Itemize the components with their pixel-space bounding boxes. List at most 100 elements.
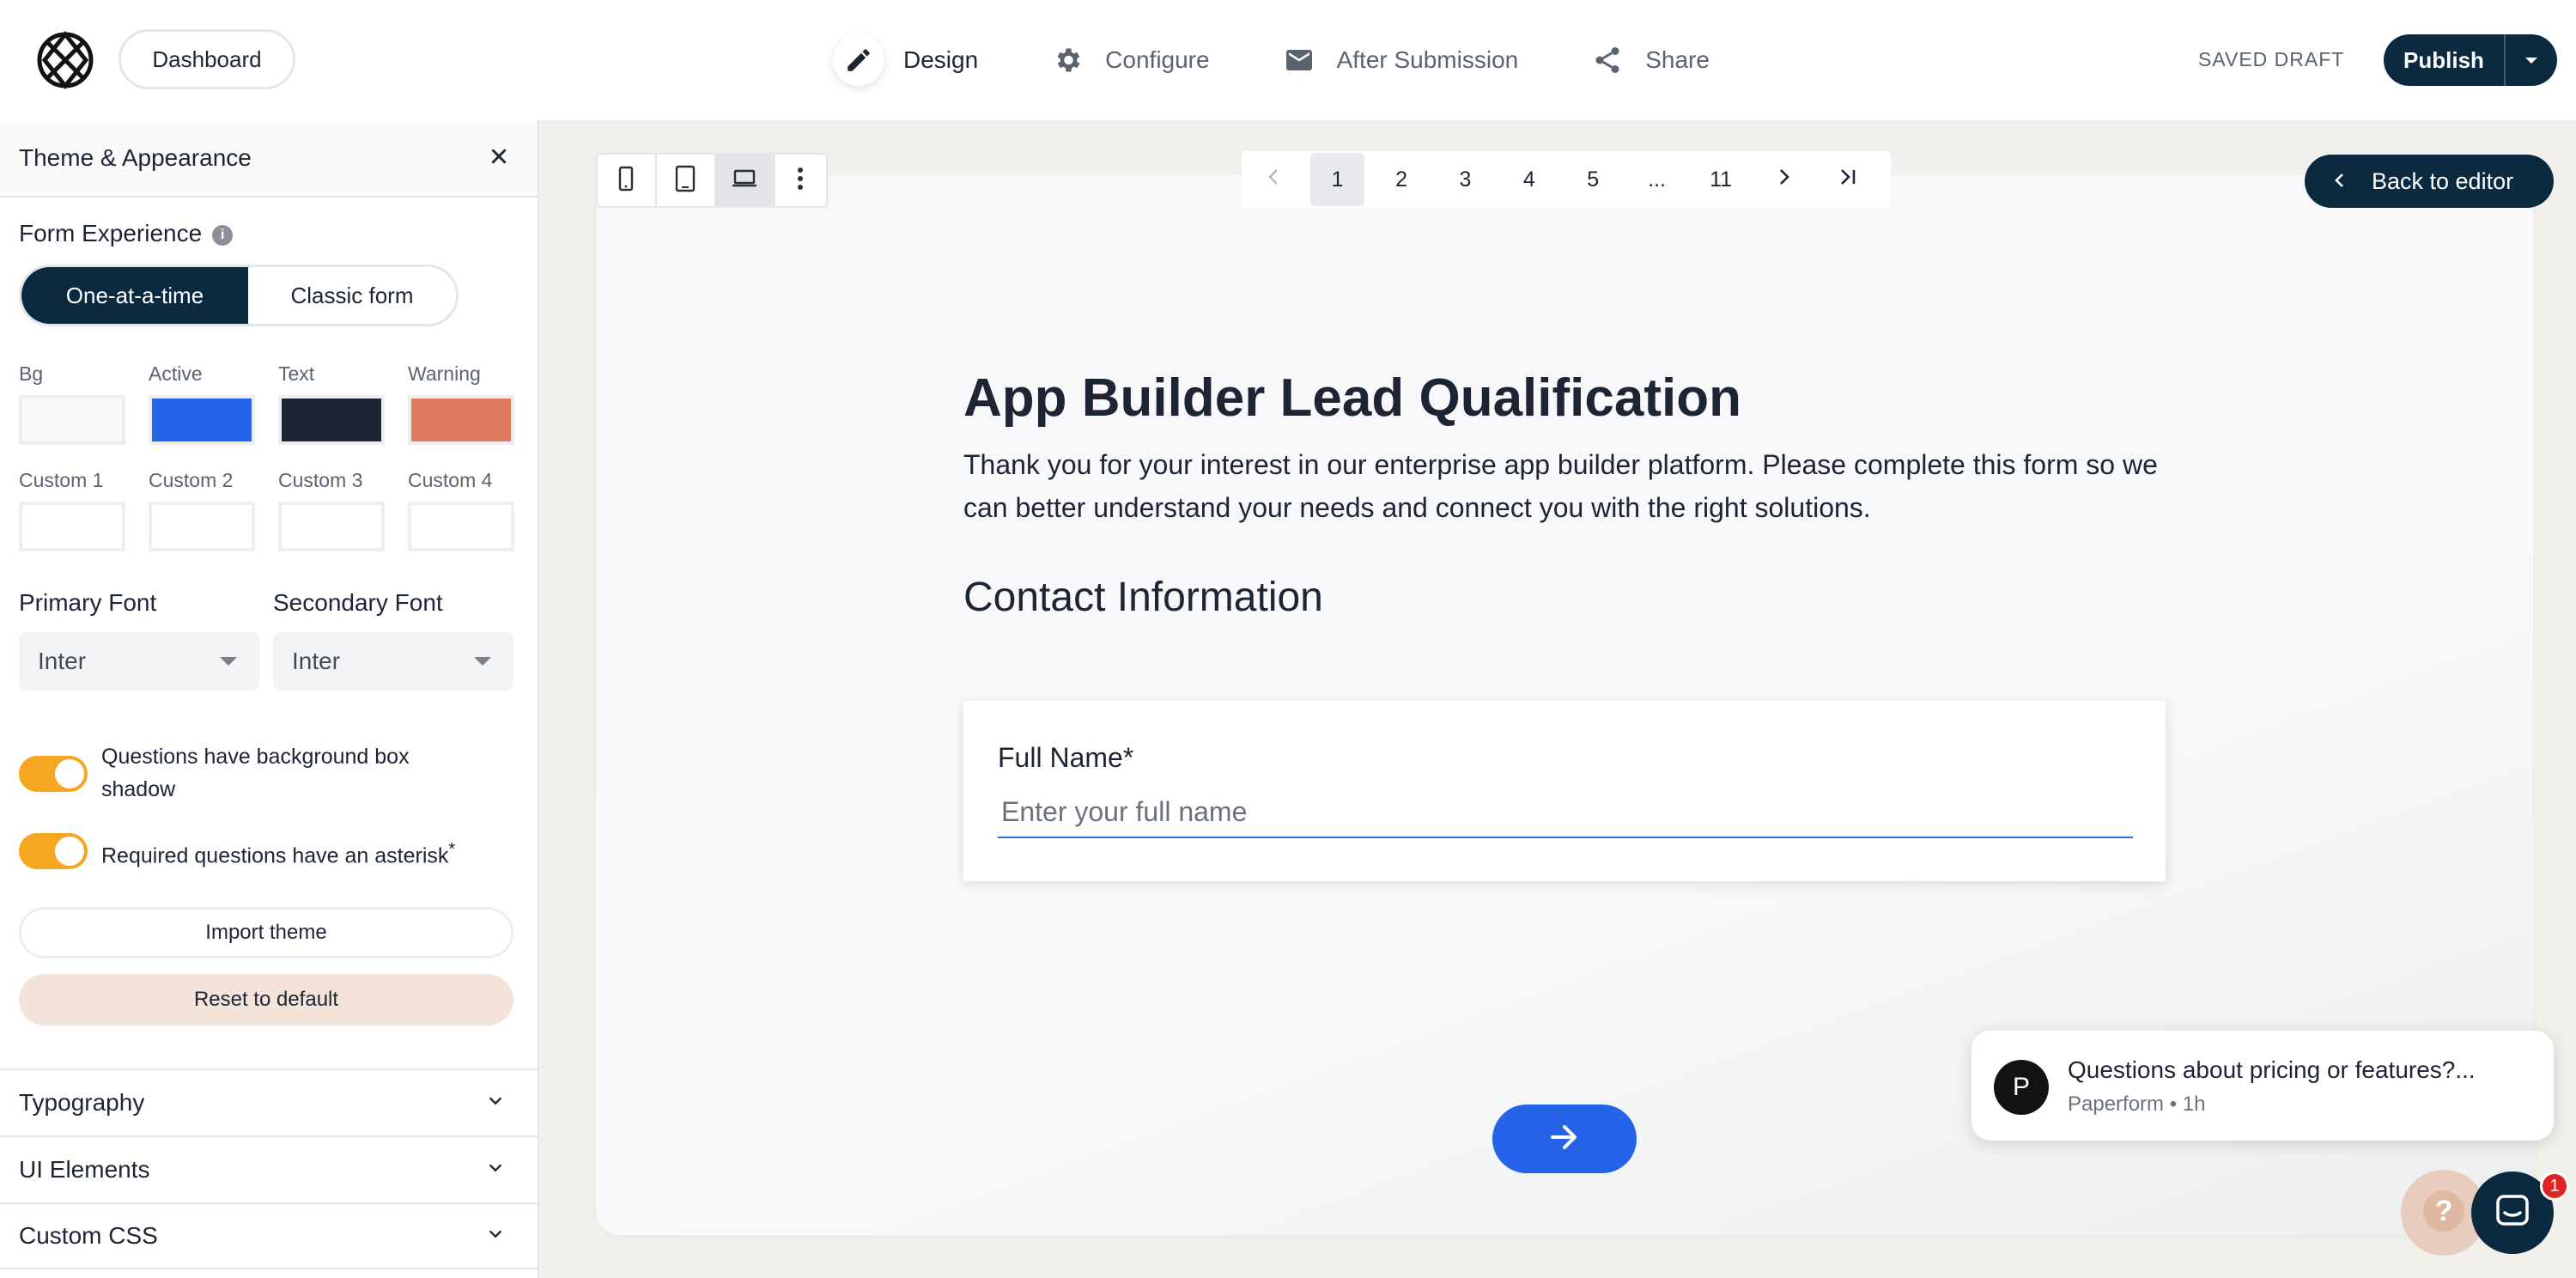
swatch-label: Custom 3 [278,469,363,491]
page-1-button[interactable]: 1 [1310,153,1364,206]
swatch-label: Text [278,362,315,385]
sidebar-title: Theme & Appearance [19,144,252,171]
swatch-text: Text [278,362,408,445]
swatch-label: Custom 4 [408,469,493,491]
color-swatches: Bg Active Text Warning Custom 1 Custom 2… [19,362,526,551]
mobile-view-button[interactable] [598,155,657,206]
page-ellipsis: ... [1648,167,1667,192]
swatch-custom-2-picker[interactable] [149,502,255,551]
chevron-left-icon [2334,168,2346,195]
chevron-left-icon [1266,167,1281,192]
option-classic-form[interactable]: Classic form [248,267,456,324]
swatch-fill [152,505,252,548]
page-5-button[interactable]: 5 [1566,153,1619,206]
tablet-icon [674,165,696,197]
box-shadow-toggle[interactable] [19,756,88,792]
accordion-custom-css-label: Custom CSS [19,1222,158,1249]
swatch-custom-1-picker[interactable] [19,502,125,551]
reset-default-button[interactable]: Reset to default [19,974,513,1025]
accordion-typography[interactable]: Typography [0,1068,538,1135]
prev-page-button[interactable] [1247,153,1300,206]
pencil-icon [833,34,884,86]
swatch-custom-2: Custom 2 [149,469,278,551]
main-nav: Design Configure After Submission Share [833,0,1780,120]
accordion-typography-label: Typography [19,1089,145,1116]
info-icon[interactable]: i [212,224,234,246]
caret-down-icon [220,657,237,666]
device-switcher [596,153,828,208]
form-description: Thank you for your interest in our enter… [963,449,2158,523]
page-3-button[interactable]: 3 [1438,153,1492,206]
swatch-fill [282,399,381,441]
swatch-label: Custom 1 [19,469,104,491]
chat-notification[interactable]: P Questions about pricing or features?..… [1971,1031,2554,1141]
swatch-bg-picker[interactable] [19,395,125,445]
tablet-view-button[interactable] [657,155,716,206]
more-options-button[interactable] [775,155,826,206]
swatch-custom-4-picker[interactable] [408,502,514,551]
full-name-label: Full Name* [998,742,1134,773]
asterisk-toggle[interactable] [19,833,88,869]
dashboard-button[interactable]: Dashboard [118,29,295,89]
save-status: SAVED DRAFT [2198,48,2345,70]
theme-sidebar: Theme & Appearance Form Experience i One-… [0,120,539,1278]
share-icon [1589,41,1626,79]
asterisk-toggle-label: Required questions have an asterisk* [101,833,455,872]
arrow-right-icon [1547,1122,1582,1157]
desktop-view-button[interactable] [715,155,775,206]
logo-icon[interactable] [34,29,96,91]
full-name-input[interactable] [998,787,2133,838]
tab-design[interactable]: Design [833,34,978,86]
publish-button-group: Publish [2384,34,2557,86]
swatch-fill [152,399,252,441]
accordion-custom-css[interactable]: Custom CSS [0,1202,538,1269]
tab-configure[interactable]: Configure [1048,41,1210,79]
laptop-icon [731,168,758,193]
swatch-fill [411,505,511,548]
back-to-editor-button[interactable]: Back to editor [2305,155,2554,208]
sidebar-header: Theme & Appearance [0,120,538,198]
last-page-button[interactable] [1822,153,1875,206]
page-4-button[interactable]: 4 [1503,153,1556,206]
more-vertical-icon [797,166,804,196]
accordion-ui-elements[interactable]: UI Elements [0,1135,538,1202]
tab-after-submission[interactable]: After Submission [1280,41,1518,79]
publish-button[interactable]: Publish [2384,47,2504,74]
swatch-warning: Warning [408,362,538,445]
section-heading: Contact Information [963,575,1323,620]
tab-configure-label: Configure [1105,46,1210,73]
form-experience-toggle: One-at-a-time Classic form [19,265,459,326]
swatch-fill [282,505,381,548]
chevron-down-icon [486,1156,505,1184]
publish-dropdown[interactable] [2506,57,2557,64]
import-theme-button[interactable]: Import theme [19,907,513,958]
swatch-custom-1: Custom 1 [19,469,149,551]
chevron-right-icon [1777,167,1792,192]
toggle-row-asterisk: Required questions have an asterisk* [19,833,455,872]
next-question-button[interactable] [1492,1105,1637,1173]
page-2-button[interactable]: 2 [1375,153,1428,206]
accordion-ui-elements-label: UI Elements [19,1156,150,1183]
swatch-label: Active [149,362,203,385]
form-title: App Builder Lead Qualification [963,368,1741,428]
chevron-down-icon [486,1222,505,1250]
chevron-down-icon [486,1089,505,1117]
swatch-text-picker[interactable] [278,395,385,445]
swatch-custom-4: Custom 4 [408,469,538,551]
toggle-row-box-shadow: Questions have background box shadow [19,740,483,806]
page-navigator: 1 2 3 4 5 ... 11 [1242,151,1891,208]
swatch-active-picker[interactable] [149,395,255,445]
swatch-custom-3: Custom 3 [278,469,408,551]
secondary-font-select[interactable]: Inter [273,632,513,691]
swatch-warning-picker[interactable] [408,395,514,445]
option-one-at-a-time[interactable]: One-at-a-time [21,267,248,324]
tab-share[interactable]: Share [1589,41,1710,79]
page-11-button[interactable]: 11 [1694,153,1747,206]
question-card: Full Name* [963,701,2166,881]
next-page-button[interactable] [1758,153,1811,206]
swatch-label: Warning [408,362,481,385]
swatch-custom-3-picker[interactable] [278,502,385,551]
close-icon[interactable] [488,145,510,172]
swatch-active: Active [149,362,278,445]
primary-font-select[interactable]: Inter [19,632,259,691]
